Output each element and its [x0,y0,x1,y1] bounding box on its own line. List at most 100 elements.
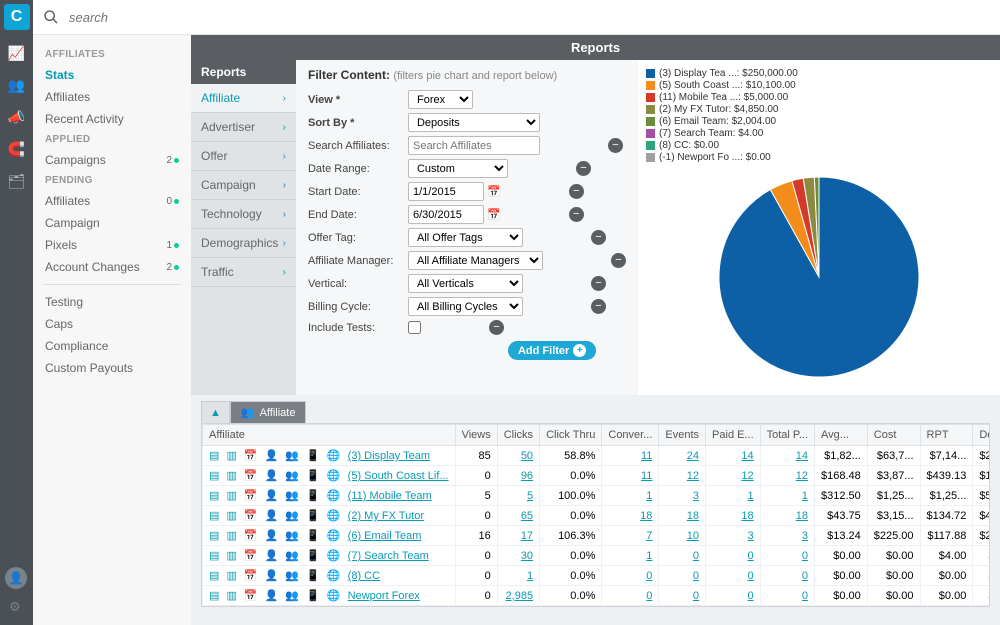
sidebar-item-account-changes[interactable]: Account Changes2 [33,256,191,278]
cell-link[interactable]: 0 [802,570,808,582]
column-header[interactable]: Click Thru [540,425,602,446]
filter-select[interactable]: All Affiliate Managers [408,251,543,270]
affiliate-link[interactable]: (11) Mobile Team [348,490,432,502]
cell-link[interactable]: 0 [693,570,699,582]
cell-link[interactable]: 0 [693,550,699,562]
sidebar-item-stats[interactable]: Stats [33,64,191,86]
sidebar-item-pixels[interactable]: Pixels1 [33,234,191,256]
column-header[interactable]: Views [455,425,497,446]
column-header[interactable]: Cost [867,425,920,446]
affiliate-link[interactable]: (2) My FX Tutor [348,510,424,522]
remove-filter-button[interactable]: − [591,276,606,291]
row-action-icons[interactable]: ▤ ▥ 📅 👤 👥 📱 🌐 [209,470,348,482]
cell-link[interactable]: 0 [693,590,699,602]
sidebar-item-compliance[interactable]: Compliance [33,335,191,357]
users-icon[interactable]: 👥 [8,76,26,94]
cell-link[interactable]: 0 [646,590,652,602]
row-action-icons[interactable]: ▤ ▥ 📅 👤 👥 📱 🌐 [209,530,348,542]
calendar-icon[interactable]: 📅 [487,186,501,198]
search-input[interactable] [65,6,365,29]
affiliate-link[interactable]: (5) South Coast Lif... [348,470,449,482]
collapse-tab[interactable]: ▲ [201,401,230,423]
cell-link[interactable]: 1 [646,490,652,502]
sidebar-item-caps[interactable]: Caps [33,313,191,335]
column-header[interactable]: Conver... [602,425,659,446]
sidebar-item-recent-activity[interactable]: Recent Activity [33,108,191,130]
report-tab-advertiser[interactable]: Advertiser› [191,113,296,142]
cell-link[interactable]: 30 [521,550,533,562]
sidebar-item-testing[interactable]: Testing [33,291,191,313]
cell-link[interactable]: 18 [687,510,699,522]
column-header[interactable]: Clicks [497,425,539,446]
report-tab-campaign[interactable]: Campaign› [191,171,296,200]
magnet-icon[interactable]: 🧲 [8,140,26,158]
cell-link[interactable]: 1 [802,490,808,502]
cell-link[interactable]: 18 [741,510,753,522]
affiliate-link[interactable]: Newport Forex [348,590,420,602]
affiliate-tab[interactable]: 👥 Affiliate [230,401,307,423]
cell-link[interactable]: 24 [687,450,699,462]
row-action-icons[interactable]: ▤ ▥ 📅 👤 👥 📱 🌐 [209,590,348,602]
column-header[interactable]: Affiliate [203,425,456,446]
cell-link[interactable]: 2,985 [506,590,534,602]
report-tab-traffic[interactable]: Traffic› [191,258,296,287]
settings-icon[interactable]: ⚙ [9,599,21,615]
row-action-icons[interactable]: ▤ ▥ 📅 👤 👥 📱 🌐 [209,490,348,502]
include-tests-checkbox[interactable] [408,321,421,334]
cell-link[interactable]: 11 [641,450,652,462]
report-tab-technology[interactable]: Technology› [191,200,296,229]
cell-link[interactable]: 14 [796,450,808,462]
sidebar-item-custom-payouts[interactable]: Custom Payouts [33,357,191,379]
row-action-icons[interactable]: ▤ ▥ 📅 👤 👥 📱 🌐 [209,550,348,562]
affiliate-link[interactable]: (3) Display Team [348,450,430,462]
cell-link[interactable]: 65 [521,510,533,522]
remove-filter-button[interactable]: − [611,253,626,268]
cell-link[interactable]: 0 [748,550,754,562]
cell-link[interactable]: 17 [521,530,533,542]
column-header[interactable]: Total P... [760,425,814,446]
cell-link[interactable]: 12 [796,470,808,482]
cell-link[interactable]: 1 [646,550,652,562]
remove-filter-button[interactable]: − [569,207,584,222]
cell-link[interactable]: 5 [527,490,533,502]
remove-filter-button[interactable]: − [489,320,504,335]
cell-link[interactable]: 18 [796,510,808,522]
cell-link[interactable]: 3 [802,530,808,542]
cell-link[interactable]: 18 [640,510,652,522]
filter-select[interactable]: Deposits [408,113,540,132]
column-header[interactable]: RPT [920,425,973,446]
column-header[interactable]: De... [973,425,990,446]
affiliate-link[interactable]: (6) Email Team [348,530,422,542]
affiliate-link[interactable]: (8) CC [348,570,380,582]
column-header[interactable]: Paid E... [706,425,761,446]
cell-link[interactable]: 1 [527,570,533,582]
sidebar-item-affiliates[interactable]: Affiliates [33,86,191,108]
date-input[interactable] [408,205,484,224]
chart-icon[interactable]: 📈 [8,44,26,62]
report-tab-offer[interactable]: Offer› [191,142,296,171]
cell-link[interactable]: 3 [693,490,699,502]
cell-link[interactable]: 12 [741,470,753,482]
cell-link[interactable]: 11 [641,470,652,482]
report-tab-demographics[interactable]: Demographics› [191,229,296,258]
cell-link[interactable]: 1 [748,490,754,502]
add-filter-button[interactable]: Add Filter + [508,341,596,360]
filter-select[interactable]: All Offer Tags [408,228,523,247]
user-avatar[interactable]: 👤 [5,567,27,589]
affiliate-link[interactable]: (7) Search Team [348,550,429,562]
filter-select[interactable]: All Billing Cycles [408,297,523,316]
column-header[interactable]: Events [659,425,706,446]
cell-link[interactable]: 0 [646,570,652,582]
cell-link[interactable]: 50 [521,450,533,462]
sidebar-item-campaigns[interactable]: Campaigns2 [33,149,191,171]
row-action-icons[interactable]: ▤ ▥ 📅 👤 👥 📱 🌐 [209,450,348,462]
filter-select[interactable]: Custom [408,159,508,178]
remove-filter-button[interactable]: − [591,230,606,245]
report-tab-affiliate[interactable]: Affiliate› [191,84,296,113]
cell-link[interactable]: 0 [802,550,808,562]
calendar-icon[interactable]: 📅 [487,209,501,221]
remove-filter-button[interactable]: − [576,161,591,176]
remove-filter-button[interactable]: − [608,138,623,153]
remove-filter-button[interactable]: − [569,184,584,199]
row-action-icons[interactable]: ▤ ▥ 📅 👤 👥 📱 🌐 [209,510,348,522]
